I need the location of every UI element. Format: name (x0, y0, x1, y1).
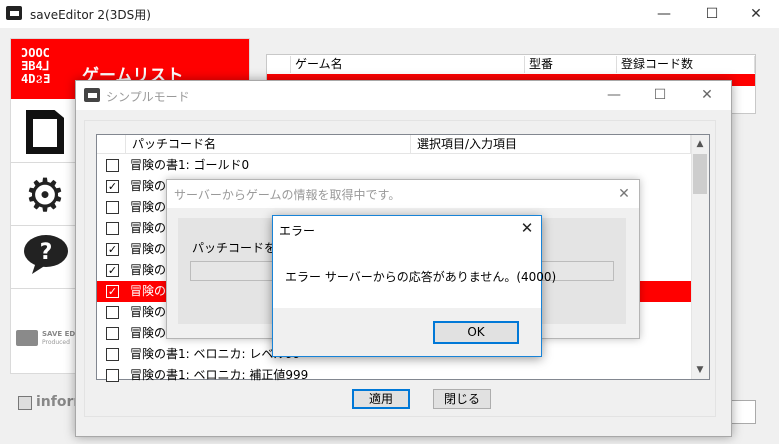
sd-card-icon[interactable] (26, 110, 64, 154)
app-icon (6, 6, 22, 20)
scroll-up-icon[interactable]: ▲ (691, 135, 709, 153)
row-checkbox[interactable] (106, 222, 119, 235)
simple-mode-minimize-button[interactable]: — (591, 81, 637, 110)
simple-mode-app-icon (84, 88, 100, 102)
patch-code-name: 冒険の (130, 263, 167, 277)
scroll-down-icon[interactable]: ▼ (691, 361, 709, 379)
game-table-header-model[interactable]: 型番 (525, 56, 617, 73)
maximize-button[interactable]: ☐ (689, 0, 735, 28)
patch-code-name: 冒険の (130, 221, 167, 235)
server-dialog-close-icon[interactable]: ✕ (610, 180, 638, 208)
simple-mode-maximize-button[interactable]: ☐ (637, 81, 683, 110)
row-checkbox[interactable] (106, 348, 119, 361)
game-table-header (267, 56, 291, 73)
logo-line-1: SAVE ED (42, 330, 76, 338)
row-checkbox[interactable]: ✓ (106, 264, 119, 277)
svg-text:?: ? (40, 240, 53, 265)
patch-code-name: 冒険の (130, 200, 167, 214)
info-checkbox[interactable] (18, 396, 32, 410)
row-checkbox[interactable] (106, 369, 119, 382)
brand-logo: ϽOOϹ ƎB4⅃ 4DϨƎ (21, 46, 51, 86)
row-checkbox[interactable] (106, 159, 119, 172)
gear-icon[interactable]: ⚙ (22, 172, 68, 218)
logo-line-2: Produced (42, 339, 70, 346)
error-message: エラー サーバーからの応答がありません。(4000) (285, 270, 557, 284)
game-table-header-code-count[interactable]: 登録コード数 (617, 56, 755, 73)
help-icon[interactable]: ? (22, 234, 70, 274)
patch-code-name: 冒険の (130, 284, 167, 298)
simple-mode-title: シンプルモード (106, 90, 190, 104)
row-checkbox[interactable]: ✓ (106, 180, 119, 193)
list-header-check (97, 135, 126, 154)
row-checkbox[interactable] (106, 201, 119, 214)
minimize-button[interactable]: — (641, 0, 687, 28)
patch-code-name: 冒険の書1: ベロニカ: 補正値999 (130, 368, 309, 382)
sidebar-divider (11, 288, 81, 289)
row-checkbox[interactable] (106, 306, 119, 319)
patch-code-name: 冒険の (130, 179, 167, 193)
patch-code-name: 冒険の (130, 242, 167, 256)
error-dialog-title: エラー (279, 224, 316, 238)
game-table-header-name[interactable]: ゲーム名 (291, 56, 525, 73)
scrollbar-thumb[interactable] (693, 154, 707, 194)
ok-button[interactable]: OK (433, 321, 519, 344)
close-dialog-button[interactable]: 閉じる (433, 389, 491, 409)
patch-code-name: 冒険の書1: ゴールド0 (130, 158, 250, 172)
simple-mode-close-button[interactable]: ✕ (684, 81, 730, 110)
row-checkbox[interactable]: ✓ (106, 285, 119, 298)
row-checkbox[interactable] (106, 327, 119, 340)
patch-code-name: 冒険の (130, 326, 167, 340)
error-dialog-close-icon[interactable]: ✕ (513, 216, 541, 240)
patch-code-name: 冒険の (130, 305, 167, 319)
apply-button[interactable]: 適用 (352, 389, 410, 409)
row-checkbox[interactable]: ✓ (106, 243, 119, 256)
save-editor-logo: SAVE ED Produced (16, 328, 76, 348)
server-dialog-title: サーバーからゲームの情報を取得中です。 (174, 188, 401, 202)
list-header-patch-name[interactable]: パッチコード名 (126, 135, 411, 154)
main-window-title: saveEditor 2(3DS用) (30, 8, 151, 22)
close-button[interactable]: ✕ (733, 0, 779, 28)
list-header-selection[interactable]: 選択項目/入力項目 (411, 135, 691, 154)
